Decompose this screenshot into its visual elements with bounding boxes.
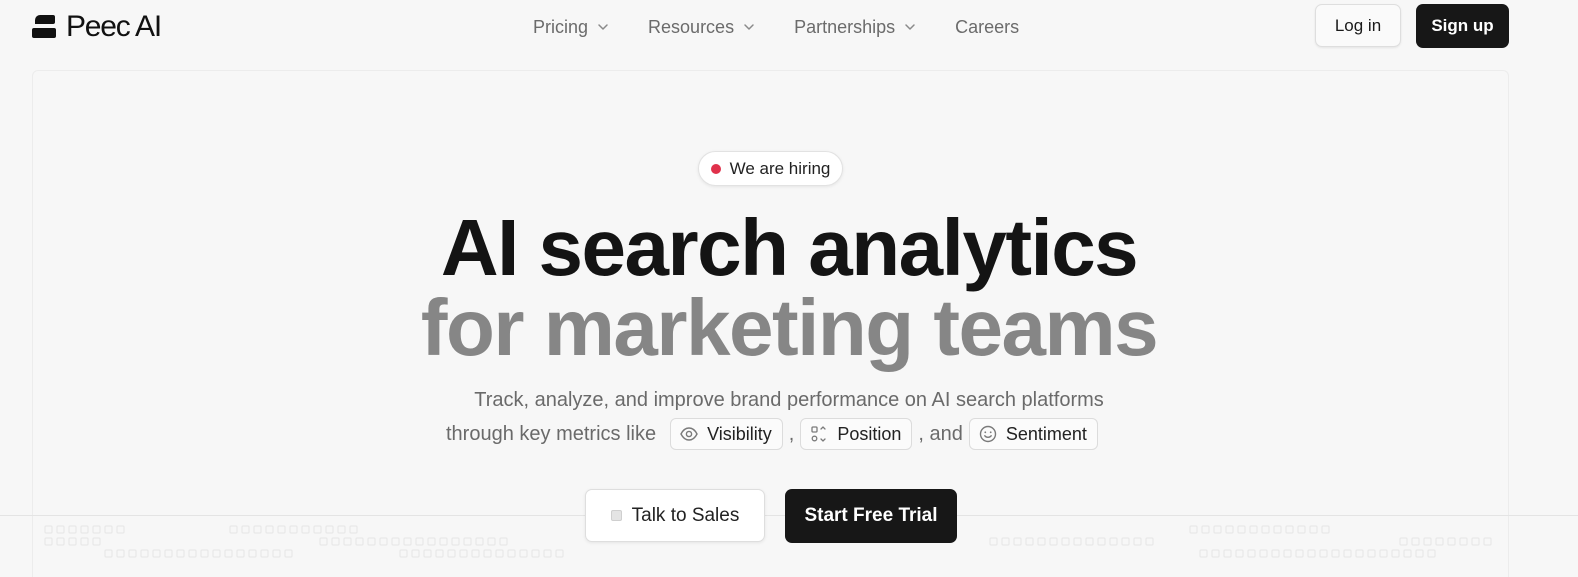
chevron-down-icon	[905, 24, 915, 30]
metrics-prefix: through key metrics like	[446, 422, 657, 445]
nav-item-resources[interactable]: Resources	[648, 16, 756, 38]
hero-title-line2: for marketing teams	[420, 283, 1159, 372]
nav-item-partnerships[interactable]: Partnerships	[794, 16, 917, 38]
page: Peec AI Pricing Resources Partnerships C…	[0, 0, 1578, 577]
metric-chip-label: Visibility	[707, 423, 772, 444]
square-icon	[610, 510, 622, 521]
nav-item-careers[interactable]: Careers	[955, 16, 1019, 38]
login-button[interactable]: Log in	[1315, 4, 1401, 47]
hero-subtitle-line2: through key metrics like Visibility , Po…	[446, 418, 1102, 450]
status-dot-icon	[710, 163, 721, 174]
smiley-icon	[979, 425, 997, 443]
talk-to-sales-label: Talk to Sales	[631, 504, 740, 526]
separator-and: , and	[918, 422, 963, 445]
chevron-down-icon	[598, 24, 608, 30]
metric-chip-label: Position	[837, 423, 902, 444]
logo[interactable]: Peec AI	[32, 10, 162, 43]
signup-button[interactable]: Sign up	[1416, 4, 1509, 48]
hiring-badge[interactable]: We are hiring	[698, 151, 843, 186]
nav-item-label: Pricing	[533, 16, 589, 37]
decorative-grid-pattern	[44, 525, 1492, 558]
nav-item-pricing[interactable]: Pricing	[533, 16, 610, 38]
position-icon	[811, 426, 826, 442]
logo-mark-icon	[32, 14, 56, 40]
chevron-down-icon	[744, 24, 754, 30]
nav-item-label: Partnerships	[794, 16, 896, 37]
main-nav: Pricing Resources Partnerships Careers	[533, 16, 1019, 38]
metric-chip-label: Sentiment	[1005, 423, 1087, 444]
talk-to-sales-button[interactable]: Talk to Sales	[585, 489, 765, 542]
nav-item-label: Careers	[955, 16, 1020, 37]
metric-chip-position[interactable]: Position	[800, 418, 913, 450]
logo-text: Peec AI	[66, 10, 162, 43]
hero-title-line1: AI search analytics	[440, 203, 1139, 292]
separator-comma: ,	[788, 422, 795, 445]
hero-subtitle-line1: Track, analyze, and improve brand perfor…	[474, 389, 1104, 411]
start-free-trial-button[interactable]: Start Free Trial	[785, 489, 957, 543]
hiring-badge-label: We are hiring	[729, 158, 831, 178]
metric-chip-sentiment[interactable]: Sentiment	[968, 418, 1098, 450]
metric-chip-visibility[interactable]: Visibility	[670, 418, 783, 450]
eye-icon	[680, 427, 698, 441]
nav-item-label: Resources	[648, 16, 735, 37]
